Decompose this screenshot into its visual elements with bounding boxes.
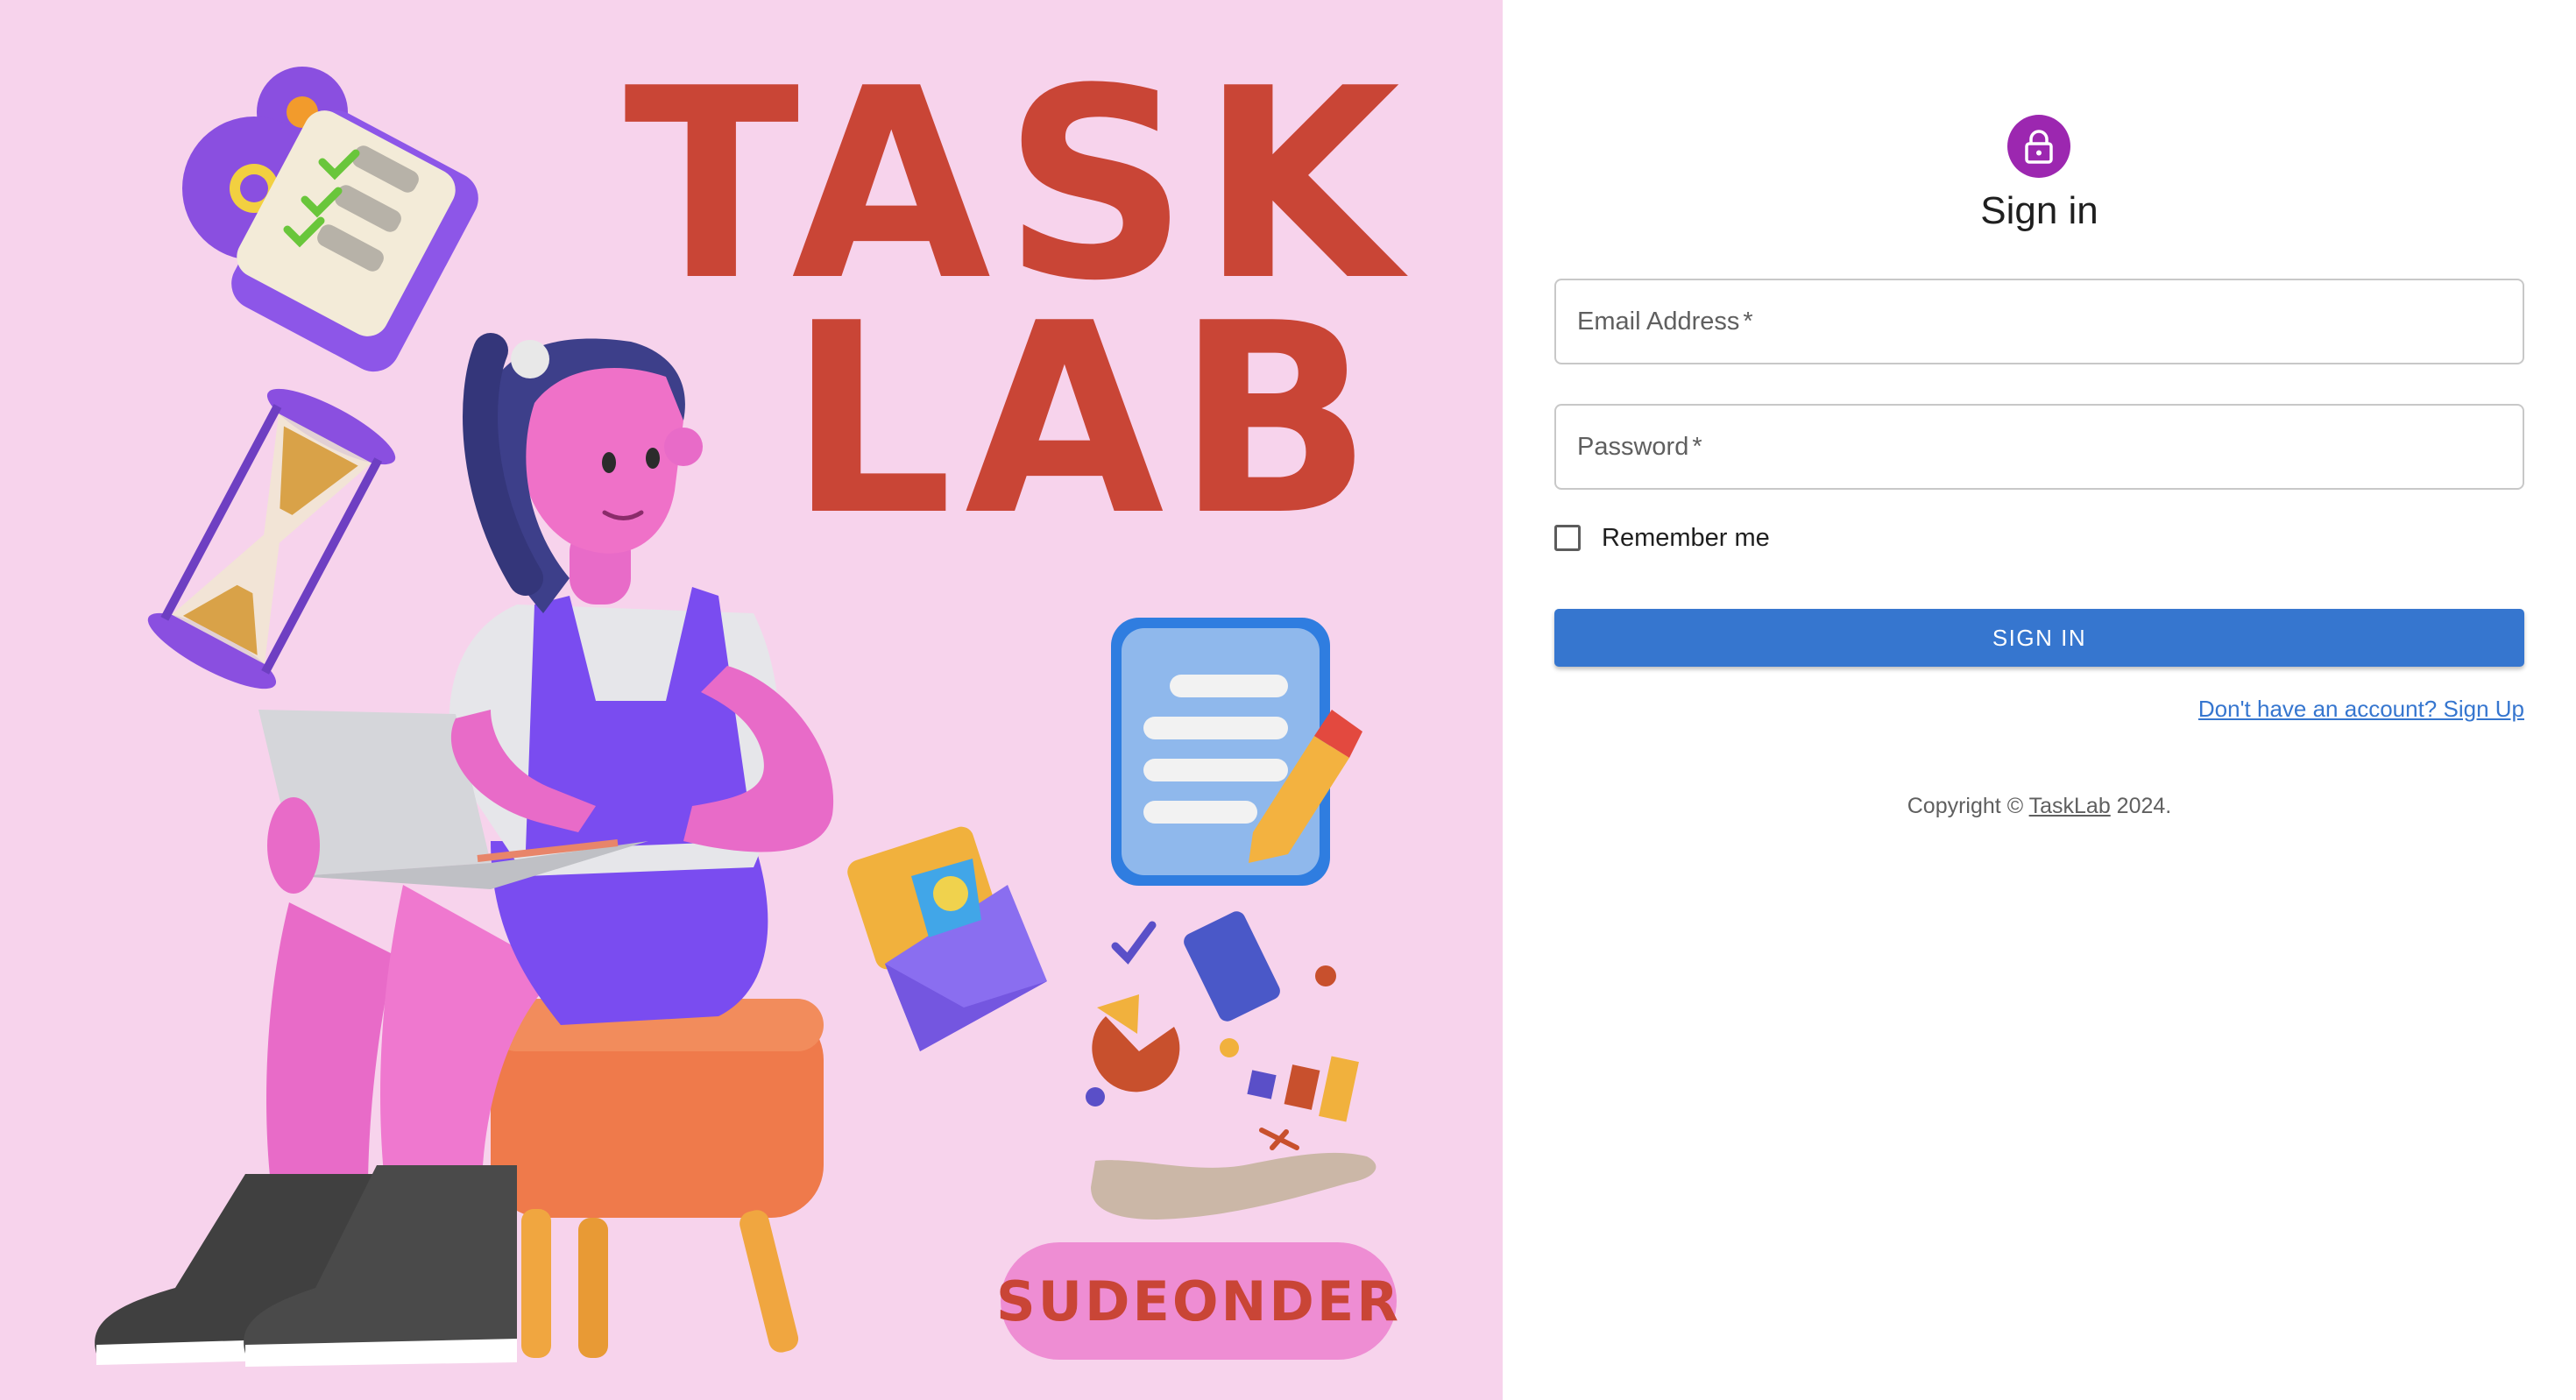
author-badge: SUDEONDER (996, 1242, 1398, 1360)
remember-me[interactable]: Remember me (1554, 520, 1770, 555)
signin-panel: Sign in Email Address * Password * Remembe… (1503, 0, 2576, 1400)
copyright-prefix: Copyright © (1907, 794, 2029, 818)
password-input[interactable] (1556, 406, 2523, 488)
person-with-laptop (95, 333, 834, 1367)
checklist-gears-icon (182, 67, 478, 372)
lock-avatar (2007, 115, 2070, 178)
email-input[interactable] (1556, 280, 2523, 363)
hourglass-icon (147, 388, 396, 689)
hero-panel: TASK LAB SUDEONDER (0, 0, 1503, 1400)
copyright: Copyright © TaskLab 2024. (1503, 794, 2576, 819)
password-field[interactable]: Password * (1554, 404, 2524, 490)
author-badge-text: SUDEONDER (996, 1269, 1401, 1333)
lock-icon (2025, 130, 2053, 164)
megaphone-envelope-icon (847, 826, 1047, 1051)
copyright-suffix: 2024. (2110, 794, 2172, 818)
page-title: Sign in (1980, 189, 2098, 232)
hero-title-line-2: LAB (789, 267, 1385, 573)
email-field[interactable]: Email Address * (1554, 279, 2524, 364)
sign-in-button[interactable]: Sign In (1554, 609, 2524, 667)
clipboard-pencil-icon (1111, 618, 1362, 886)
copyright-link[interactable]: TaskLab (2029, 794, 2111, 818)
remember-me-label: Remember me (1602, 523, 1770, 552)
remember-me-checkbox[interactable] (1554, 525, 1581, 551)
sign-up-link[interactable]: Don't have an account? Sign Up (2198, 696, 2524, 723)
floating-charts-hand-icon (1086, 911, 1376, 1220)
